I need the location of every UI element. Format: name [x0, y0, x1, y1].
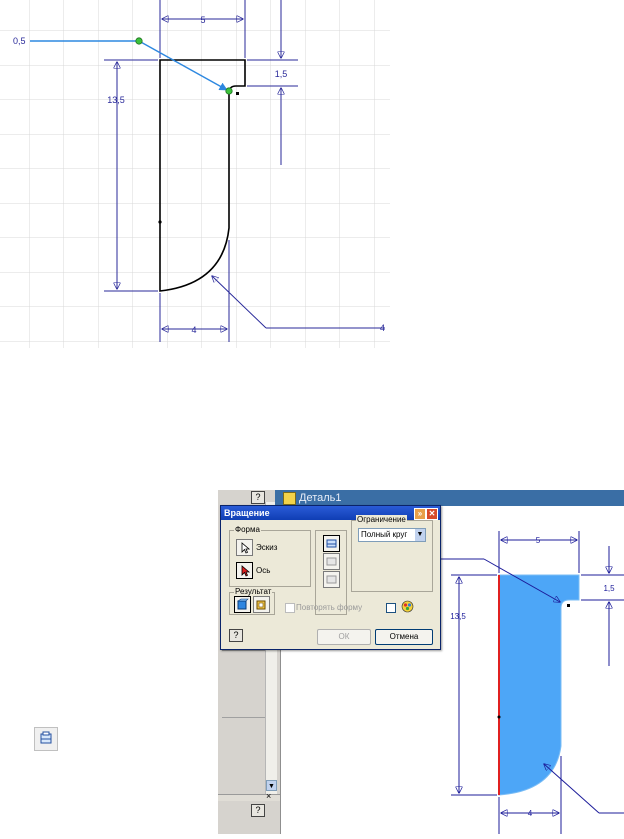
join-icon [326, 539, 337, 548]
collapse-icon[interactable]: » [414, 508, 426, 520]
document-tab-label: Деталь1 [299, 492, 342, 504]
axis-label: Ось [256, 566, 271, 575]
sketch-select-button[interactable] [236, 539, 253, 556]
panel-divider [222, 717, 266, 718]
dim-top-width-label: 5 [536, 536, 541, 545]
sketch-label: Эскиз [256, 543, 278, 552]
solid-icon [237, 598, 249, 610]
document-tab-bar: Деталь1 [275, 490, 624, 506]
ok-button[interactable]: ОК [317, 629, 371, 645]
dim-top-width-label: 5 [200, 15, 205, 25]
leader-grip-start[interactable] [135, 37, 143, 45]
cut-icon [326, 557, 337, 566]
dialog-titlebar[interactable]: Вращение » ✕ [221, 506, 440, 520]
repeat-form-label: Повторять форму [296, 603, 363, 612]
top-sketch-canvas: 5 1,5 13,5 4 0,5 4 [0, 0, 390, 348]
axis-midpoint [497, 715, 501, 719]
part-icon [283, 492, 296, 505]
limit-group-label: Ограничение [356, 515, 407, 524]
document-tab[interactable]: Деталь1 [283, 491, 342, 505]
intersect-icon [326, 575, 337, 584]
panel-help-button[interactable]: ? [251, 491, 265, 504]
color-palette-icon[interactable] [401, 600, 414, 613]
axis-select-button[interactable] [236, 562, 253, 579]
result-group-label: Результат [234, 587, 273, 596]
profile-midpoint [158, 220, 162, 224]
cut-operation-button [323, 553, 340, 570]
cursor-arrow-icon [241, 542, 251, 554]
close-icon[interactable]: ✕ [426, 508, 438, 520]
revolve-dialog: Вращение » ✕ Форма Эскиз Ось Результат О… [220, 505, 441, 650]
revolve-icon [40, 731, 52, 744]
dim-left-height-label: 13,5 [450, 612, 466, 621]
cancel-button[interactable]: Отмена [375, 629, 433, 645]
scroll-down-button[interactable]: ▼ [266, 780, 277, 791]
surface-result-button[interactable] [253, 596, 270, 613]
leader-radius-small-label: 0,5 [13, 36, 26, 46]
dim-left-height [451, 574, 497, 796]
panel-help-button-2[interactable]: ? [251, 804, 265, 817]
dim-notch-height-label: 1,5 [275, 69, 288, 79]
limit-select-value: Полный круг [361, 530, 408, 539]
center-point [236, 92, 239, 95]
dialog-title: Вращение [224, 508, 270, 518]
dialog-help-button[interactable]: ? [229, 629, 243, 642]
form-group-label: Форма [234, 525, 261, 534]
result-group: Результат [229, 587, 275, 615]
cursor-arrow-red-icon [241, 565, 251, 577]
sketch-grid [0, 0, 390, 348]
panel-close-icon[interactable]: × [266, 792, 271, 801]
join-operation-button[interactable] [323, 535, 340, 552]
dim-notch-height [581, 546, 624, 666]
dim-bottom-width-label: 4 [528, 809, 533, 818]
leader-radius-large-label: 4 [380, 323, 385, 333]
leader-grip-end[interactable] [225, 87, 233, 95]
center-point [567, 604, 570, 607]
match-shape-checkbox[interactable] [386, 603, 396, 613]
revolve-tool-button[interactable] [34, 727, 58, 751]
panel-divider [222, 650, 266, 651]
dim-bottom-width-label: 4 [191, 325, 196, 335]
inventor-window: ? ▼ × ? Деталь1 5 1,5 13,5 4 Вращение » … [0, 490, 624, 834]
chevron-down-icon: ▼ [415, 529, 425, 541]
leader-radius-large [544, 764, 624, 814]
limit-select[interactable]: Полный круг ▼ [358, 528, 426, 542]
dim-left-height-label: 13,5 [107, 95, 125, 105]
repeat-form-checkbox [285, 603, 295, 613]
revolve-profile-fill [498, 574, 580, 796]
form-group: Форма Эскиз Ось [229, 525, 311, 587]
solid-result-button[interactable] [234, 596, 251, 613]
surface-icon [256, 600, 266, 610]
dim-notch-height-label: 1,5 [603, 584, 615, 593]
intersect-operation-button [323, 571, 340, 588]
